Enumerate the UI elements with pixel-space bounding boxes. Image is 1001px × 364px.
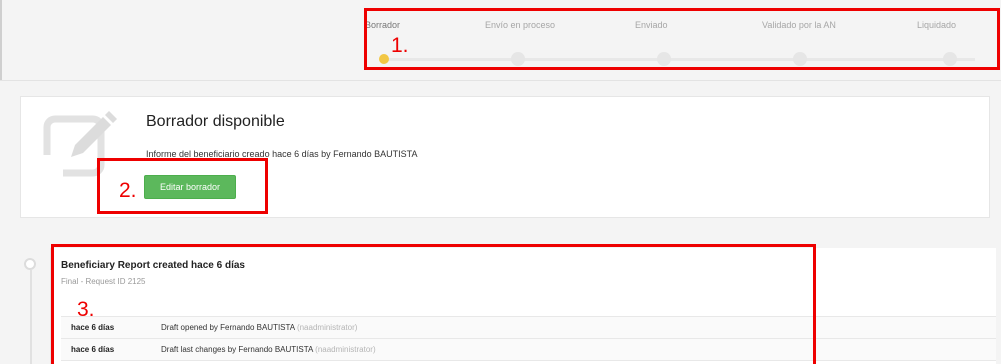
report-title: Beneficiary Report created hace 6 días bbox=[61, 260, 245, 271]
draft-title: Borrador disponible bbox=[146, 113, 285, 130]
draft-subtitle: Informe del beneficiario creado hace 6 d… bbox=[146, 149, 418, 159]
activity-user: (naadministrator) bbox=[315, 345, 376, 354]
table-row: hace 6 días Draft last changes by Fernan… bbox=[61, 338, 996, 361]
step-dot-liquidado bbox=[943, 52, 957, 66]
timeline-dot bbox=[24, 258, 36, 270]
step-liquidado: Liquidado bbox=[917, 20, 957, 30]
step-dot-validado bbox=[793, 52, 807, 66]
annotation-number-3: 3. bbox=[77, 298, 95, 321]
table-row: hace 6 días Draft opened by Fernando BAU… bbox=[61, 316, 996, 339]
activity-time: hace 6 días bbox=[61, 316, 151, 339]
step-envio-en-proceso: Envío en proceso bbox=[485, 20, 556, 30]
step-dot-enviado bbox=[657, 52, 671, 66]
step-validado: Validado por la AN bbox=[762, 20, 836, 30]
left-border bbox=[0, 0, 2, 80]
activity-user: (naadministrator) bbox=[296, 323, 358, 332]
step-dot-borrador bbox=[379, 54, 389, 64]
step-enviado: Enviado bbox=[635, 20, 668, 30]
activity-table: hace 6 días Draft opened by Fernando BAU… bbox=[61, 316, 996, 361]
activity-text: Draft last changes by Fernando BAUTISTA … bbox=[151, 338, 996, 361]
annotation-number-2: 2. bbox=[119, 179, 137, 202]
timeline-line bbox=[30, 270, 32, 364]
pencil-edit-icon bbox=[41, 105, 119, 183]
progress-header: Borrador Envío en proceso Enviado Valida… bbox=[0, 0, 1001, 81]
page: Borrador Envío en proceso Enviado Valida… bbox=[0, 0, 1001, 364]
step-dot-envio bbox=[511, 52, 525, 66]
activity-description: Draft opened by Fernando BAUTISTA bbox=[161, 323, 295, 332]
activity-time: hace 6 días bbox=[61, 338, 151, 361]
step-borrador: Borrador bbox=[365, 20, 401, 30]
activity-description: Draft last changes by Fernando BAUTISTA bbox=[161, 345, 313, 354]
progress-track bbox=[385, 58, 975, 61]
edit-draft-button[interactable]: Editar borrador bbox=[144, 175, 236, 199]
activity-text: Draft opened by Fernando BAUTISTA (naadm… bbox=[151, 316, 996, 339]
draft-card: Borrador disponible Informe del benefici… bbox=[20, 96, 990, 218]
annotation-number-1: 1. bbox=[391, 34, 409, 57]
report-subtitle: Final - Request ID 2125 bbox=[61, 277, 146, 286]
progress-steps: Borrador Envío en proceso Enviado Valida… bbox=[365, 10, 1000, 70]
report-panel: Beneficiary Report created hace 6 días F… bbox=[50, 248, 996, 364]
